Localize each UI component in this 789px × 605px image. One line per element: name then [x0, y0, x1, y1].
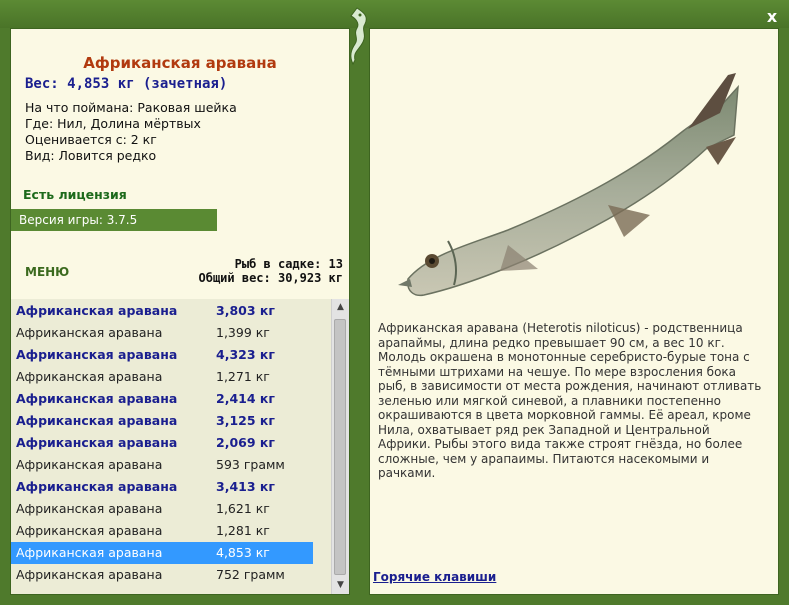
- catch-weight: 1,621 кг: [216, 501, 270, 516]
- scrollbar[interactable]: ▲ ▼: [331, 299, 349, 594]
- catch-name: Африканская аравана: [16, 501, 163, 516]
- catch-weight: 3,803 кг: [216, 303, 275, 318]
- arrow-down-icon[interactable]: ▼: [332, 577, 349, 594]
- catch-weight: 1,281 кг: [216, 523, 270, 538]
- value-info: Оценивается с: 2 кг: [25, 132, 157, 147]
- list-item[interactable]: Африканская аравана 3,413 кг: [11, 476, 331, 498]
- close-icon: x: [766, 7, 778, 26]
- catch-weight: 1,399 кг: [216, 325, 270, 340]
- catch-name: Африканская аравана: [16, 391, 178, 406]
- list-item[interactable]: Африканская аравана 2,414 кг: [11, 388, 331, 410]
- catch-weight: 3,413 кг: [216, 479, 275, 494]
- catch-name: Африканская аравана: [16, 457, 163, 472]
- catch-name: Африканская аравана: [16, 545, 163, 560]
- catch-weight: 2,069 кг: [216, 435, 275, 450]
- window-frame: [0, 0, 789, 28]
- scroll-thumb[interactable]: [334, 319, 346, 575]
- list-item[interactable]: Африканская аравана 1,621 кг: [11, 498, 331, 520]
- close-button[interactable]: x: [761, 8, 783, 26]
- fish-title: Африканская аравана: [83, 54, 277, 72]
- list-item[interactable]: Африканская аравана 3,125 кг: [11, 410, 331, 432]
- rarity-info: Вид: Ловится редко: [25, 148, 157, 163]
- catch-name: Африканская аравана: [16, 325, 163, 340]
- list-item-selected[interactable]: Африканская аравана 4,853 кг: [11, 542, 313, 564]
- list-item[interactable]: Африканская аравана 4,323 кг: [11, 344, 331, 366]
- list-item[interactable]: Африканская аравана 752 грамм: [11, 564, 331, 586]
- arrow-up-icon[interactable]: ▲: [332, 299, 349, 316]
- catch-name: Африканская аравана: [16, 369, 163, 384]
- catch-weight: 1,271 кг: [216, 369, 270, 384]
- list-item[interactable]: Африканская аравана 593 грамм: [11, 454, 331, 476]
- catch-weight: 593 грамм: [216, 457, 285, 472]
- catch-name: Африканская аравана: [16, 523, 163, 538]
- bait-info: На что поймана: Раковая шейка: [25, 100, 237, 115]
- catch-list: Африканская аравана 3,803 кг Африканская а…: [11, 299, 331, 594]
- location-info: Где: Нил, Долина мёртвых: [25, 116, 201, 131]
- license-status: Есть лицензия: [23, 187, 127, 202]
- fish-detail-panel: Африканская аравана (Heterotis niloticus…: [369, 28, 779, 595]
- list-item[interactable]: Африканская аравана 1,271 кг: [11, 366, 331, 388]
- fish-description: Африканская аравана (Heterotis niloticus…: [378, 321, 762, 480]
- hotkeys-link[interactable]: Горячие клавиши: [373, 570, 496, 584]
- catch-weight: 4,853 кг: [216, 545, 270, 560]
- catch-weight: 4,323 кг: [216, 347, 275, 362]
- catch-name: Африканская аравана: [16, 567, 163, 582]
- catch-weight: 2,414 кг: [216, 391, 275, 406]
- fish-info-panel: Африканская аравана Вес: 4,853 кг (зачет…: [10, 28, 350, 595]
- catch-name: Африканская аравана: [16, 413, 178, 428]
- version-bar: Версия игры: 3.7.5: [11, 209, 217, 231]
- catch-name: Африканская аравана: [16, 303, 178, 318]
- catch-weight: 752 грамм: [216, 567, 285, 582]
- list-item[interactable]: Африканская аравана 3,803 кг: [11, 300, 331, 322]
- total-weight: Общий вес: 30,923 кг: [198, 271, 344, 285]
- menu-button[interactable]: МЕНЮ: [25, 265, 69, 279]
- net-stats: Рыб в садке: 13 Общий вес: 30,923 кг: [199, 257, 344, 285]
- list-item[interactable]: Африканская аравана 1,281 кг: [11, 520, 331, 542]
- catch-weight: 3,125 кг: [216, 413, 275, 428]
- catch-name: Африканская аравана: [16, 435, 178, 450]
- fish-image: [398, 73, 739, 297]
- catch-name: Африканская аравана: [16, 479, 178, 494]
- fish-count: Рыб в садке: 13: [234, 257, 343, 271]
- list-item[interactable]: Африканская аравана 2,069 кг: [11, 432, 331, 454]
- list-item[interactable]: Африканская аравана 1,399 кг: [11, 322, 331, 344]
- catch-name: Африканская аравана: [16, 347, 178, 362]
- fish-weight: Вес: 4,853 кг (зачетная): [25, 76, 228, 92]
